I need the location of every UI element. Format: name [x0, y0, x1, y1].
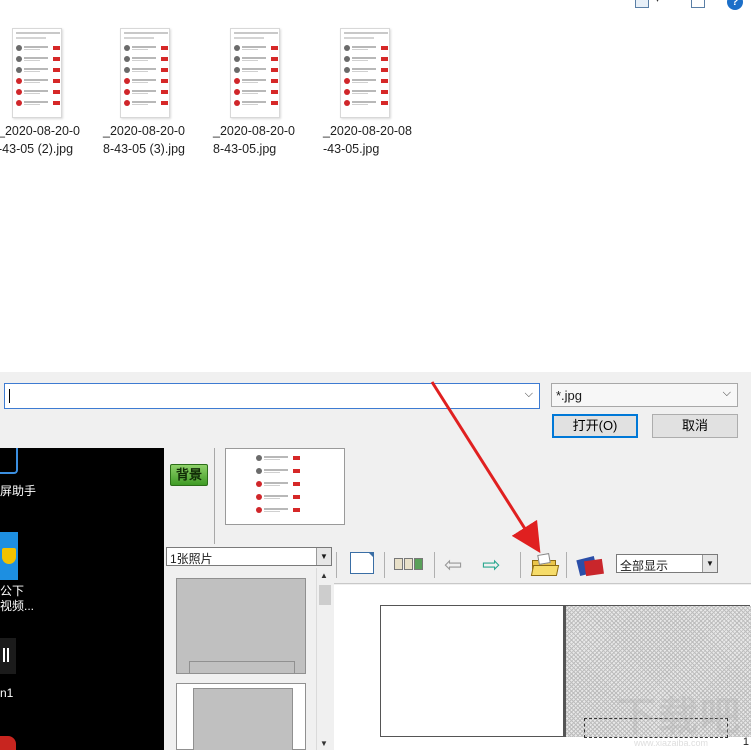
file-name: _2020-08-20-0 8-43-05.jpg: [213, 124, 296, 156]
arrow-left-icon[interactable]: ⇦: [444, 552, 470, 578]
text-caret: [9, 389, 10, 403]
app-shortcut-icon[interactable]: [0, 448, 18, 474]
album-icon[interactable]: [576, 552, 606, 578]
zoom-select[interactable]: 全部显示 ▼: [616, 554, 718, 573]
divider: [214, 448, 215, 544]
dialog-footer: ⌵ *.jpg ⌵ 打开(O) 取消: [0, 372, 751, 448]
view-controls: ▾ ?: [631, 0, 751, 10]
chevron-down-icon[interactable]: ▾: [655, 0, 665, 6]
cancel-button[interactable]: 取消: [652, 414, 738, 438]
open-folder-icon[interactable]: [530, 552, 560, 578]
watermark-logo: 下载吧: [616, 695, 742, 739]
view-mode-icon[interactable]: [635, 0, 649, 8]
scroll-thumb[interactable]: [319, 585, 331, 605]
file-type-select[interactable]: *.jpg ⌵: [551, 383, 738, 407]
arrow-right-icon[interactable]: ⇨: [482, 552, 508, 578]
photo-slot[interactable]: [176, 683, 306, 750]
scroll-down-icon[interactable]: ▼: [320, 739, 328, 748]
toolbar-separator: [336, 552, 337, 578]
layout-icon[interactable]: [394, 552, 426, 578]
background-button[interactable]: 背景: [170, 464, 208, 486]
desktop-background: 屏助手 公下 视频... n1: [0, 448, 164, 750]
toolbar-separator: [434, 552, 435, 578]
file-thumbnail: [12, 28, 62, 118]
chevron-down-icon[interactable]: ▼: [702, 555, 717, 572]
file-thumbnail: [230, 28, 280, 118]
open-file-dialog: ▾ ? _2020-08-20-0 -43-05 (2).jpg: [0, 0, 751, 448]
template-strip: 背景: [164, 448, 751, 544]
chevron-down-icon[interactable]: ⌵: [723, 387, 731, 400]
screenshot-root: ▾ ? _2020-08-20-0 -43-05 (2).jpg: [0, 0, 751, 750]
app-shortcut-icon[interactable]: [0, 736, 16, 750]
file-name: _2020-08-20-0 8-43-05 (3).jpg: [103, 124, 186, 156]
desktop-label: n1: [0, 686, 14, 700]
scroll-up-icon[interactable]: ▲: [320, 571, 328, 580]
desktop-label: 公下 视频...: [0, 584, 35, 613]
open-button[interactable]: 打开(O): [552, 414, 638, 438]
watermark-url: www.xiazaiba.com: [634, 738, 709, 748]
chevron-down-icon[interactable]: ⌵: [525, 388, 533, 401]
help-icon[interactable]: ?: [727, 0, 743, 10]
zoom-value: 全部显示: [620, 559, 669, 573]
file-name-input[interactable]: ⌵: [4, 383, 540, 409]
file-name: _2020-08-20-0 -43-05 (2).jpg: [0, 124, 81, 156]
list-scrollbar[interactable]: ▲ ▼: [316, 568, 332, 750]
shield-icon[interactable]: [0, 532, 18, 580]
template-thumbnail[interactable]: [225, 448, 345, 525]
editor-toolbar: ⇦ ⇨ 全部显示 ▼: [334, 544, 751, 584]
chevron-down-icon[interactable]: ▼: [316, 548, 331, 565]
photo-count-value: 1张照片: [170, 552, 213, 566]
file-name: _2020-08-20-08 -43-05.jpg: [323, 124, 412, 156]
photo-list-pane: ▲ ▼: [164, 568, 332, 750]
photo-slot[interactable]: [176, 578, 306, 674]
file-thumbnail: [340, 28, 390, 118]
toolbar-separator: [566, 552, 567, 578]
desktop-label: 屏助手: [0, 484, 37, 498]
preview-pane-icon[interactable]: [691, 0, 705, 8]
file-thumbnail: [120, 28, 170, 118]
toolbar-separator: [520, 552, 521, 578]
app-shortcut-icon[interactable]: [0, 638, 16, 674]
file-type-value: *.jpg: [556, 388, 583, 403]
toolbar-separator: [384, 552, 385, 578]
photo-count-select[interactable]: 1张照片 ▼: [166, 547, 332, 566]
site-watermark: 下载吧 www.xiazaiba.com: [612, 684, 751, 750]
new-page-icon[interactable]: [350, 552, 374, 574]
